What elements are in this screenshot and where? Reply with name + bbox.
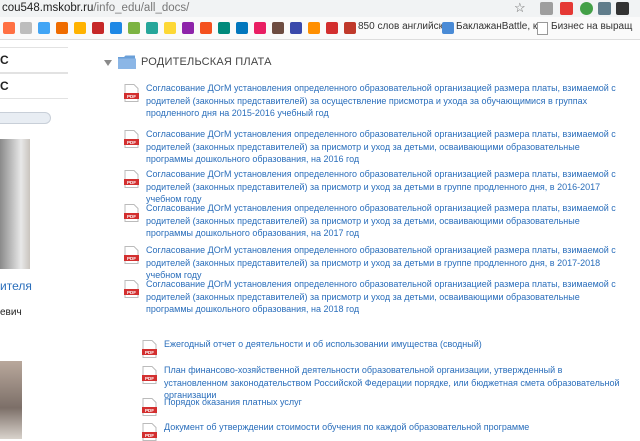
folder-icon: [118, 55, 136, 69]
address-bar[interactable]: cou548.mskobr.ru/info_edu/all_docs/ ☆: [0, 0, 640, 17]
url-text[interactable]: cou548.mskobr.ru/info_edu/all_docs/: [2, 2, 189, 14]
document-link[interactable]: Порядок оказания платных услуг: [164, 396, 620, 409]
pdf-icon: PDF: [142, 340, 157, 358]
extension-icon[interactable]: [616, 2, 629, 15]
document-link[interactable]: Согласование ДОгМ установления определен…: [146, 202, 620, 240]
person-patronymic: евич: [0, 307, 22, 318]
svg-text:PDF: PDF: [127, 290, 136, 295]
word-bookmark-icon[interactable]: [344, 22, 356, 34]
bookmark-label[interactable]: Бизнес на выращ: [551, 21, 632, 32]
bookmark-icon[interactable]: [20, 22, 32, 34]
pdf-icon: PDF: [124, 204, 139, 222]
svg-text:PDF: PDF: [145, 408, 154, 413]
page-bookmark-icon[interactable]: [442, 22, 454, 34]
bookmarks-bar: 850 слов английско БаклажанBattle, кул Б…: [0, 17, 640, 40]
svg-text:PDF: PDF: [145, 350, 154, 355]
extension-icon[interactable]: [540, 2, 553, 15]
bookmark-icon[interactable]: [290, 22, 302, 34]
bookmark-icon[interactable]: [236, 22, 248, 34]
bookmark-icon[interactable]: [164, 22, 176, 34]
person-photo: [0, 139, 30, 269]
left-sidebar: С С ителя евич: [0, 39, 68, 439]
pdf-icon: PDF: [124, 130, 139, 148]
svg-text:PDF: PDF: [127, 256, 136, 261]
bookmark-icon[interactable]: [254, 22, 266, 34]
bookmark-icon[interactable]: [200, 22, 212, 34]
abp-extension-icon[interactable]: [560, 2, 573, 15]
svg-text:PDF: PDF: [145, 376, 154, 381]
pdf-icon: PDF: [142, 423, 157, 441]
bookmark-icon[interactable]: [308, 22, 320, 34]
pdf-icon: PDF: [142, 366, 157, 384]
svg-text:PDF: PDF: [127, 180, 136, 185]
person-photo: [0, 361, 22, 439]
document-link[interactable]: Согласование ДОгМ установления определен…: [146, 168, 620, 206]
bookmark-icon[interactable]: [218, 22, 230, 34]
bookmark-label[interactable]: 850 слов английско: [358, 21, 449, 32]
pdf-icon: PDF: [124, 84, 139, 102]
bookmark-icon[interactable]: [92, 22, 104, 34]
bookmark-icon[interactable]: [110, 22, 122, 34]
pdf-icon: PDF: [124, 280, 139, 298]
sidebar-search-input[interactable]: [0, 112, 51, 124]
bookmark-icon[interactable]: [128, 22, 140, 34]
pdf-icon: PDF: [124, 170, 139, 188]
bookmark-icon[interactable]: [272, 22, 284, 34]
extension-icon[interactable]: [580, 2, 593, 15]
bookmark-icon[interactable]: [56, 22, 68, 34]
page-bookmark-icon[interactable]: [537, 22, 548, 35]
document-link[interactable]: Согласование ДОгМ установления определен…: [146, 128, 620, 166]
bookmark-icon[interactable]: [326, 22, 338, 34]
bookmark-icon[interactable]: [3, 22, 15, 34]
document-link[interactable]: Согласование ДОгМ установления определен…: [146, 278, 620, 316]
pdf-icon: PDF: [124, 246, 139, 264]
bookmark-star-icon[interactable]: ☆: [514, 0, 526, 16]
collapse-arrow-icon[interactable]: [104, 60, 112, 66]
sidebar-menu-item[interactable]: С: [0, 47, 68, 73]
bookmark-icon[interactable]: [146, 22, 158, 34]
document-link[interactable]: Документ об утверждении стоимости обучен…: [164, 421, 620, 434]
svg-text:PDF: PDF: [127, 94, 136, 99]
svg-text:PDF: PDF: [127, 214, 136, 219]
extension-icon[interactable]: [598, 2, 611, 15]
bookmark-icon[interactable]: [38, 22, 50, 34]
person-name-link[interactable]: ителя: [0, 279, 32, 293]
document-link[interactable]: Согласование ДОгМ установления определен…: [146, 244, 620, 282]
section-title: РОДИТЕЛЬСКАЯ ПЛАТА: [141, 56, 272, 68]
document-link[interactable]: Согласование ДОгМ установления определен…: [146, 82, 620, 120]
bookmark-icon[interactable]: [74, 22, 86, 34]
svg-text:PDF: PDF: [145, 433, 154, 438]
sidebar-menu-item[interactable]: С: [0, 73, 68, 99]
document-link[interactable]: Ежегодный отчет о деятельности и об испо…: [164, 338, 620, 351]
bookmark-icon[interactable]: [182, 22, 194, 34]
svg-text:PDF: PDF: [127, 140, 136, 145]
pdf-icon: PDF: [142, 398, 157, 416]
bookmark-label[interactable]: БаклажанBattle, кул: [456, 21, 548, 32]
